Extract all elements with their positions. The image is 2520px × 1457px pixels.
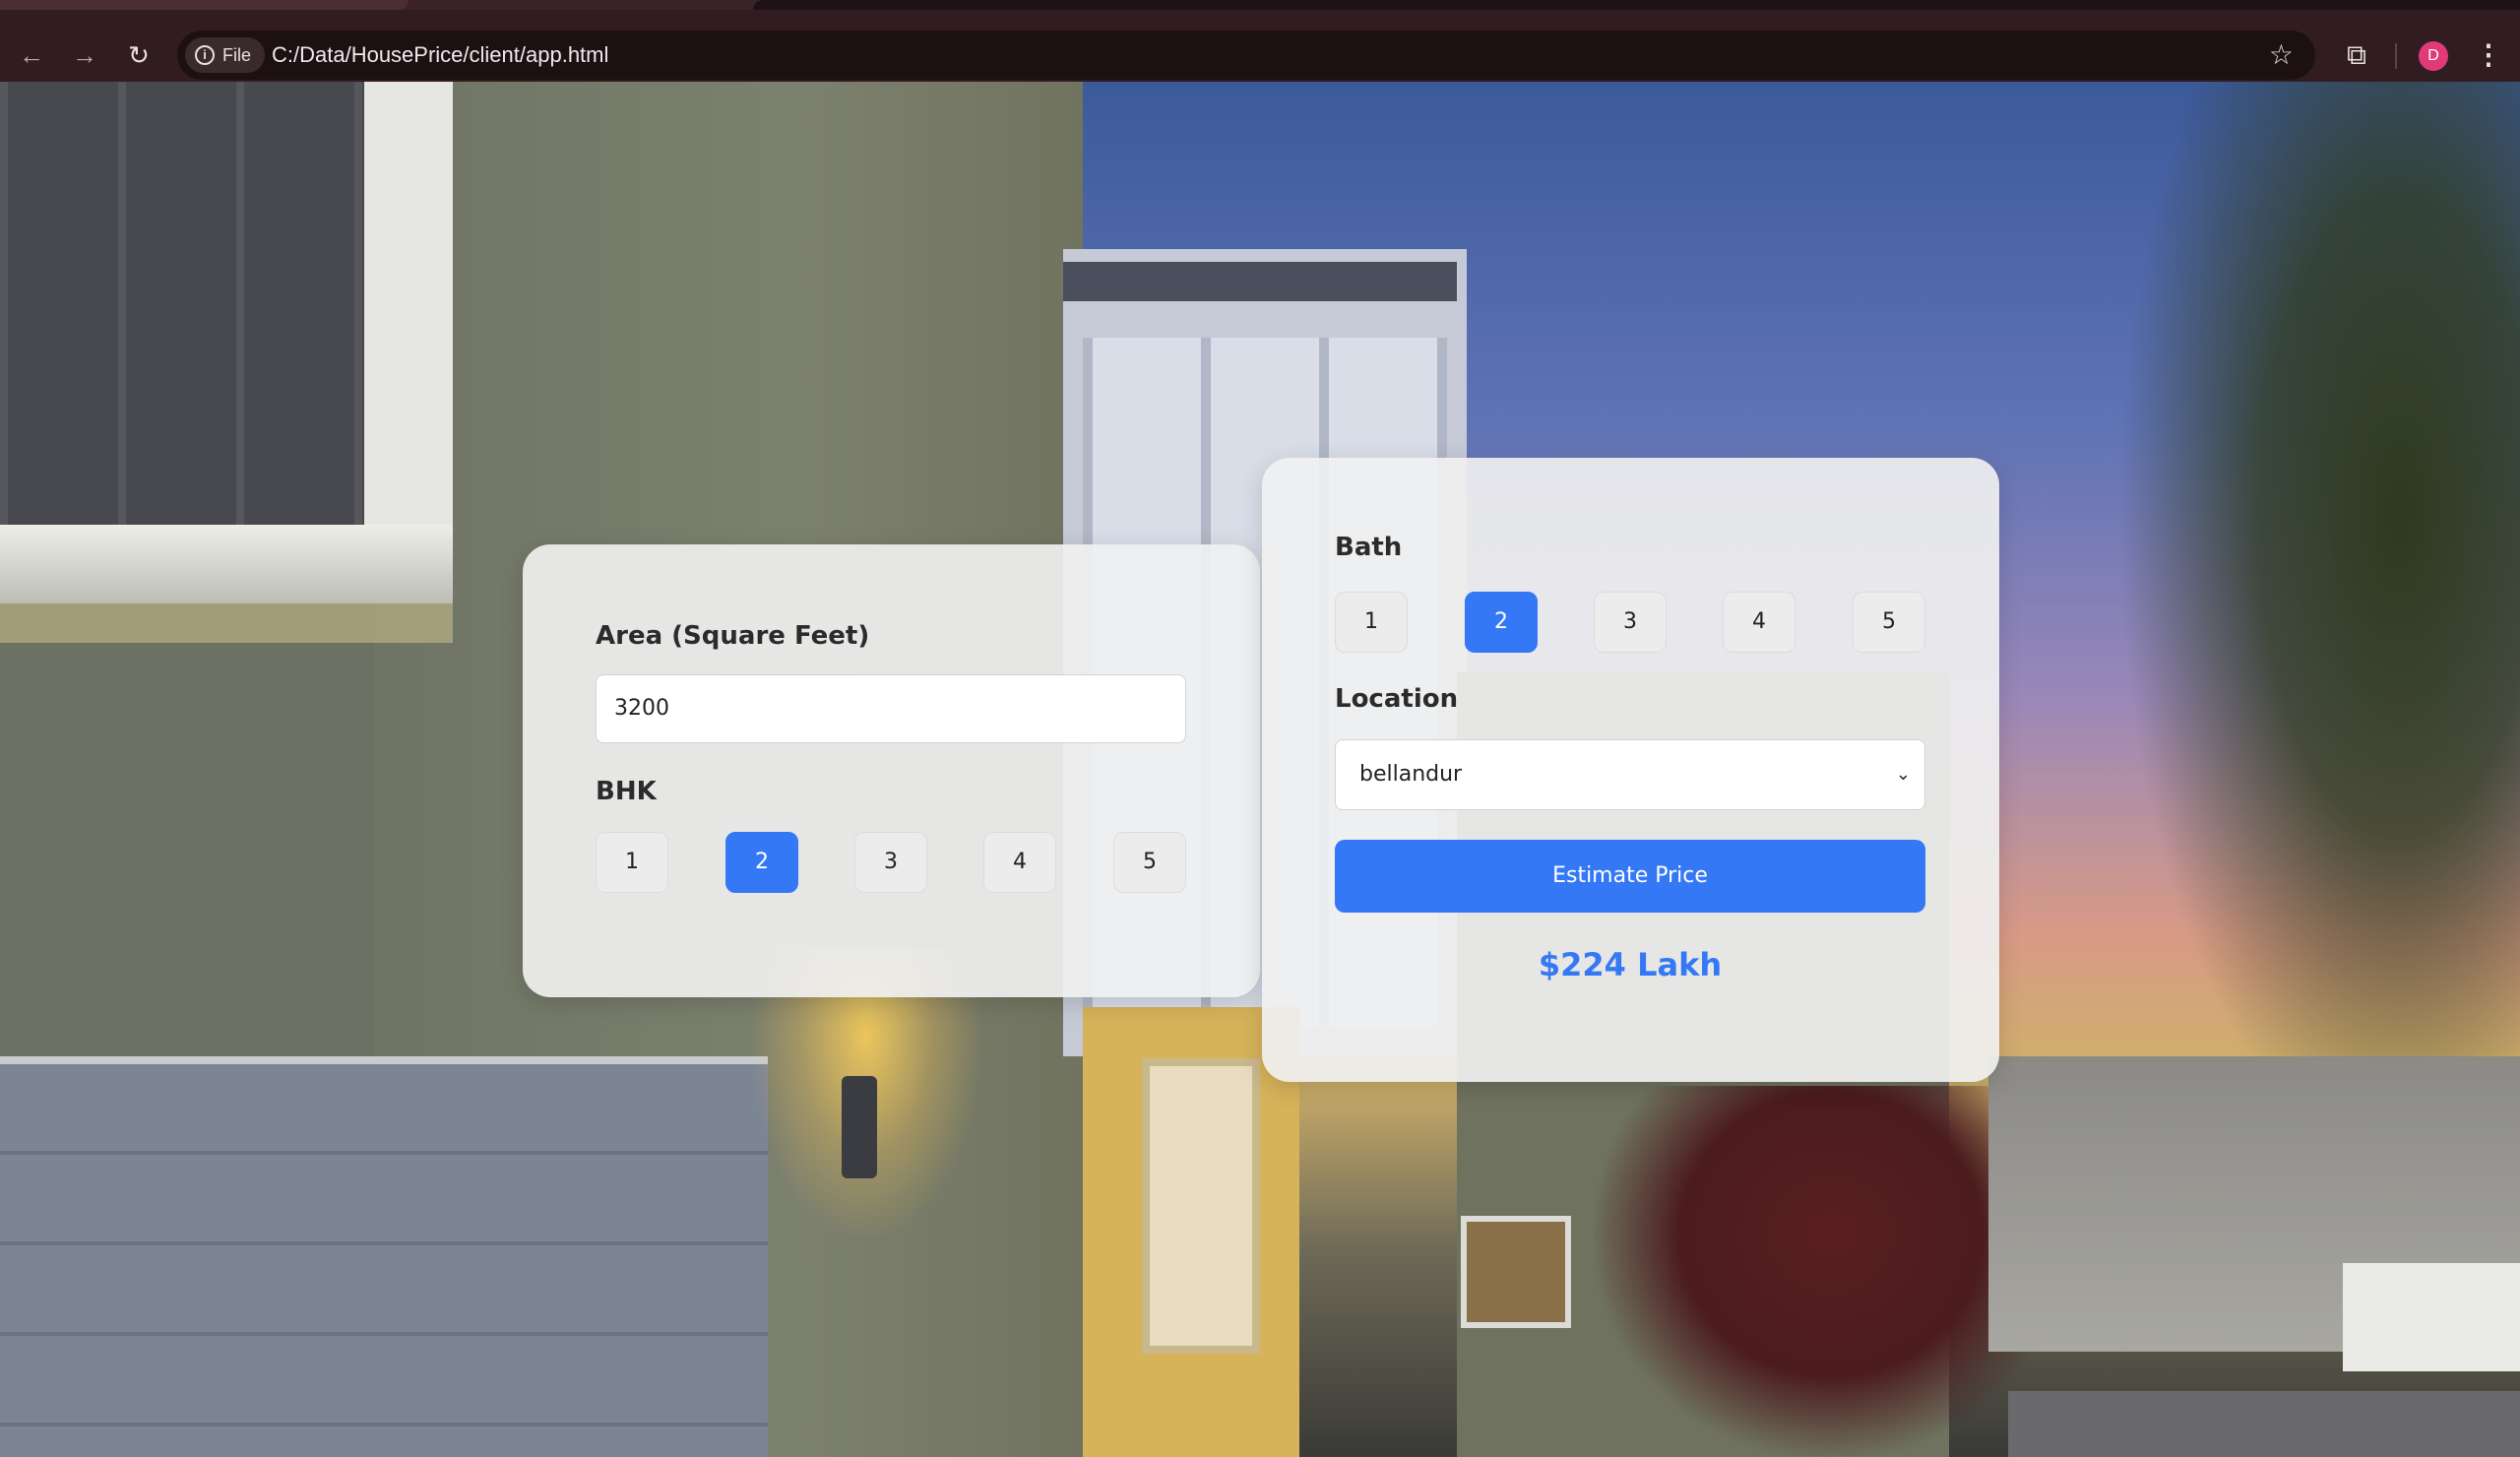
- bath-option-2[interactable]: 2: [1465, 592, 1538, 653]
- bath-location-card: Bath 1 2 3 4 5 Location bellandur ⌄ Esti…: [1262, 458, 1999, 1082]
- bath-option-4[interactable]: 4: [1723, 592, 1796, 653]
- info-icon: i: [195, 45, 215, 65]
- house-soffit: [0, 603, 453, 643]
- location-select[interactable]: bellandur ⌄: [1335, 739, 1925, 810]
- bath-option-5[interactable]: 5: [1853, 592, 1925, 653]
- bhk-option-4[interactable]: 4: [983, 832, 1056, 893]
- house-ledge: [0, 525, 453, 603]
- bhk-label: BHK: [596, 777, 657, 806]
- street: [2008, 1391, 2520, 1457]
- tree-foliage: [2116, 82, 2520, 1165]
- house-small-window: [1461, 1216, 1571, 1328]
- bath-option-3[interactable]: 3: [1594, 592, 1667, 653]
- area-bhk-card: Area (Square Feet) 3200 BHK 1 2 3 4 5: [523, 544, 1260, 997]
- forward-arrow-icon[interactable]: →: [63, 33, 106, 77]
- address-bar[interactable]: i File C:/Data/HousePrice/client/app.htm…: [177, 31, 2315, 80]
- site-info-chip[interactable]: i File: [185, 37, 266, 73]
- house-trim: [364, 82, 453, 574]
- bath-option-1[interactable]: 1: [1335, 592, 1408, 653]
- profile-avatar[interactable]: D: [2419, 41, 2448, 71]
- url-text[interactable]: C:/Data/HousePrice/client/app.html: [272, 31, 608, 80]
- location-selected-value: bellandur: [1359, 762, 1463, 787]
- page-background: [0, 82, 2520, 1457]
- bhk-option-5[interactable]: 5: [1113, 832, 1186, 893]
- toolbar-separator: [2395, 43, 2397, 69]
- location-label: Location: [1335, 684, 1459, 714]
- bhk-option-3[interactable]: 3: [854, 832, 927, 893]
- estimate-price-button[interactable]: Estimate Price: [1335, 840, 1925, 913]
- front-door: [1142, 1058, 1260, 1354]
- neighbor-garage: [2343, 1263, 2520, 1371]
- back-arrow-icon[interactable]: ←: [10, 33, 53, 77]
- bookmark-star-icon[interactable]: ☆: [2269, 31, 2294, 80]
- house-roof: [1063, 262, 1457, 301]
- bath-label: Bath: [1335, 533, 1403, 562]
- site-chip-label: File: [222, 44, 252, 65]
- reload-icon[interactable]: ↻: [117, 33, 160, 77]
- browser-menu-icon[interactable]: ⋮: [2471, 33, 2506, 77]
- area-input[interactable]: 3200: [596, 674, 1186, 743]
- garage-door: [0, 1056, 768, 1457]
- browser-toolbar: ← → ↻ i File C:/Data/HousePrice/client/a…: [0, 10, 2520, 82]
- chevron-down-icon: ⌄: [1895, 764, 1911, 785]
- bhk-option-2[interactable]: 2: [725, 832, 798, 893]
- house-siding: [0, 82, 374, 535]
- bhk-option-1[interactable]: 1: [596, 832, 668, 893]
- tab-strip-left: [0, 0, 409, 10]
- area-label: Area (Square Feet): [596, 621, 870, 651]
- tab-strip-right: [753, 0, 2520, 10]
- extensions-puzzle-icon[interactable]: ⧉: [2335, 33, 2378, 77]
- estimated-price-result: $224 Lakh: [1538, 946, 1723, 983]
- wall-lamp: [842, 1076, 877, 1178]
